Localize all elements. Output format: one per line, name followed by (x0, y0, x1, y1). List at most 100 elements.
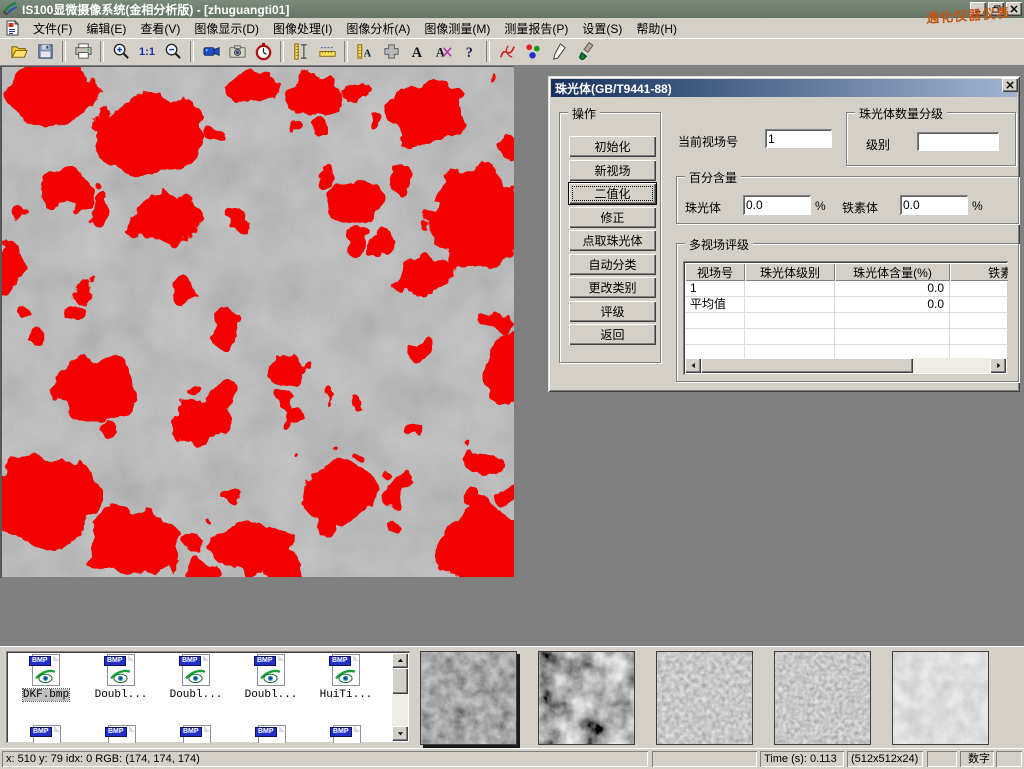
bmp-file-icon[interactable]: BMP (183, 725, 211, 743)
calibration-button[interactable]: A (353, 40, 377, 63)
ferrite-percent-input[interactable] (900, 195, 968, 215)
text-annotation-button[interactable]: A (405, 40, 429, 63)
open-file-button[interactable] (7, 40, 31, 63)
new-field-button[interactable]: 新视场 (569, 160, 656, 181)
vertical-caliper-icon (292, 42, 311, 61)
restore-button[interactable] (988, 2, 1004, 16)
table-horizontal-scrollbar[interactable] (685, 358, 1006, 373)
file-item-double1[interactable]: BMP Doubl... (85, 654, 157, 701)
auto-classify-button[interactable]: 自动分类 (569, 254, 656, 275)
zoom-in-button[interactable] (109, 40, 133, 63)
bmp-file-icon[interactable]: BMP (258, 725, 286, 743)
merge-button[interactable] (379, 40, 403, 63)
thumbnail-5[interactable] (892, 651, 989, 745)
table-row[interactable]: 平均值 0.0 (685, 297, 1008, 313)
thumbnail-3[interactable] (656, 651, 753, 745)
initialize-button[interactable]: 初始化 (569, 136, 656, 157)
close-button[interactable] (1006, 2, 1022, 16)
pearlite-unit: % (815, 199, 826, 213)
multiview-group-label: 多视场评级 (685, 236, 753, 253)
scrollbar-thumb[interactable] (701, 358, 913, 373)
operations-group: 操作 初始化 新视场 二值化 修正 点取珠光体 自动分类 更改类别 评级 返回 (559, 112, 661, 363)
file-item-huiti[interactable]: BMP HuiTi... (310, 654, 382, 701)
zoom-out-icon (164, 42, 183, 61)
bmp-file-icon[interactable]: BMP (33, 725, 61, 743)
zoom-out-button[interactable] (161, 40, 185, 63)
file-list-scrollbar[interactable] (392, 653, 408, 741)
arrow-up-icon (397, 657, 404, 664)
menu-image-measure[interactable]: 图像测量(M) (417, 18, 497, 39)
pearlite-percent-input[interactable] (743, 195, 811, 215)
header-pearlite-grade[interactable]: 珠光体级别 (745, 263, 835, 281)
document-icon[interactable] (4, 20, 20, 36)
return-button[interactable]: 返回 (569, 324, 656, 345)
thumbnail-1[interactable] (420, 651, 517, 745)
header-pearlite-content[interactable]: 珠光体含量(%) (835, 263, 950, 281)
menu-view[interactable]: 查看(V) (133, 18, 187, 39)
dialog-title-bar[interactable]: 珠光体(GB/T9441-88) (551, 79, 1017, 97)
table-row[interactable] (685, 329, 1008, 345)
menu-report[interactable]: 测量报告(P) (497, 18, 575, 39)
print-button[interactable] (71, 40, 95, 63)
letter-a-icon: A (408, 42, 427, 61)
horizontal-measure-button[interactable] (315, 40, 339, 63)
video-capture-button[interactable] (199, 40, 223, 63)
grade-button[interactable]: 评级 (569, 301, 656, 322)
level-input[interactable] (917, 132, 999, 151)
menu-file[interactable]: 文件(F) (26, 18, 79, 39)
pick-pearlite-button[interactable]: 点取珠光体 (569, 230, 656, 251)
correct-button[interactable]: 修正 (569, 207, 656, 228)
scrollbar-thumb[interactable] (392, 668, 408, 694)
menu-image-display[interactable]: 图像显示(D) (187, 18, 266, 39)
minimize-button[interactable] (970, 2, 986, 16)
scroll-up-button[interactable] (392, 653, 408, 668)
header-ferrite-content[interactable]: 铁素体含量(%) (950, 263, 1008, 281)
actual-size-button[interactable]: 1:1 (135, 40, 159, 63)
table-row[interactable]: 1 0.0 (685, 281, 1008, 297)
grading-group: 珠光体数量分级 级别 (846, 112, 1016, 166)
save-button[interactable] (33, 40, 57, 63)
save-floppy-icon (36, 42, 55, 61)
point-classify-button[interactable] (521, 40, 545, 63)
camera-capture-button[interactable] (225, 40, 249, 63)
menu-image-processing[interactable]: 图像处理(I) (266, 18, 339, 39)
thumbnail-4[interactable] (774, 651, 871, 745)
change-class-button[interactable]: 更改类别 (569, 277, 656, 298)
thumbnail-2[interactable] (538, 651, 635, 745)
arrow-left-icon (690, 362, 697, 369)
vertical-measure-button[interactable] (289, 40, 313, 63)
binarize-button[interactable]: 二值化 (569, 183, 656, 204)
brush-tool-button[interactable] (573, 40, 597, 63)
scroll-down-button[interactable] (392, 726, 408, 741)
pen-tool-button[interactable] (547, 40, 571, 63)
file-item-double3[interactable]: BMP Doubl... (235, 654, 307, 701)
header-field-no[interactable]: 视场号 (685, 263, 745, 281)
help-button[interactable]: ? (457, 40, 481, 63)
bmp-file-icon: BMP (257, 654, 285, 686)
scroll-left-button[interactable] (685, 358, 701, 373)
menu-image-analysis[interactable]: 图像分析(A) (339, 18, 417, 39)
window-controls (970, 2, 1022, 16)
percent-group-label: 百分含量 (685, 169, 741, 186)
curve-tool-button[interactable] (495, 40, 519, 63)
file-name: DKF.bmp (23, 689, 69, 701)
scrollbar-track[interactable] (913, 358, 990, 373)
dialog-close-button[interactable] (1002, 78, 1018, 92)
menu-settings[interactable]: 设置(S) (575, 18, 629, 39)
timer-button[interactable] (251, 40, 275, 63)
file-item-double2[interactable]: BMP Doubl... (160, 654, 232, 701)
current-field-input[interactable] (765, 129, 832, 148)
open-folder-icon (10, 42, 29, 61)
micrograph-image[interactable] (0, 66, 514, 578)
delete-annotation-button[interactable]: A (431, 40, 455, 63)
menu-help[interactable]: 帮助(H) (629, 18, 684, 39)
menu-edit[interactable]: 编辑(E) (79, 18, 133, 39)
toolbar-separator (62, 41, 66, 62)
table-row[interactable] (685, 313, 1008, 329)
stopwatch-icon (254, 42, 273, 61)
scroll-right-button[interactable] (990, 358, 1006, 373)
bmp-file-icon[interactable]: BMP (333, 725, 361, 743)
bmp-file-icon[interactable]: BMP (108, 725, 136, 743)
file-list: BMP DKF.bmp BMP Doubl... BMP Doubl... BM… (6, 651, 410, 743)
file-item-dkf[interactable]: BMP DKF.bmp (10, 654, 82, 701)
